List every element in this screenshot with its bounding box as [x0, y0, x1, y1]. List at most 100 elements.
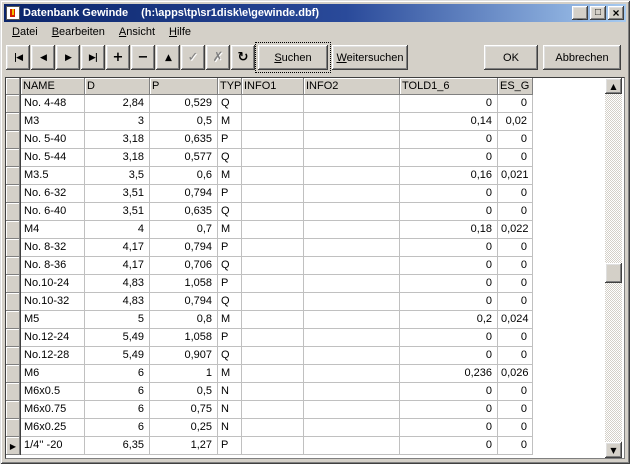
grid-cell-typ[interactable]: M — [218, 365, 242, 383]
grid-cell-info1[interactable] — [242, 131, 304, 149]
grid-cell-name[interactable]: M6 — [21, 365, 85, 383]
grid-cell-typ[interactable]: M — [218, 311, 242, 329]
grid-cell-d[interactable]: 3,51 — [85, 185, 150, 203]
grid-cell-d[interactable]: 4,17 — [85, 257, 150, 275]
grid-cell-d[interactable]: 4 — [85, 221, 150, 239]
insert-record-button[interactable]: + — [106, 45, 130, 70]
column-header-typ[interactable]: TYP — [218, 78, 242, 95]
grid-cell-told1_6[interactable]: 0,236 — [400, 365, 498, 383]
grid-cell-typ[interactable]: P — [218, 131, 242, 149]
grid-cell-typ[interactable]: Q — [218, 293, 242, 311]
grid-cell-info1[interactable] — [242, 221, 304, 239]
column-header-info1[interactable]: INFO1 — [242, 78, 304, 95]
grid-cell-d[interactable]: 5 — [85, 311, 150, 329]
grid-cell-info2[interactable] — [304, 239, 400, 257]
search-next-button[interactable]: Weitersuchen — [332, 45, 408, 70]
grid-cell-name[interactable]: No.12-28 — [21, 347, 85, 365]
grid-cell-info2[interactable] — [304, 95, 400, 113]
grid-cell-es_g[interactable]: 0 — [498, 239, 533, 257]
grid-cell-es_g[interactable]: 0,022 — [498, 221, 533, 239]
grid-cell-info1[interactable] — [242, 185, 304, 203]
grid-cell-info2[interactable] — [304, 275, 400, 293]
grid-cell-info2[interactable] — [304, 185, 400, 203]
grid-cell-info1[interactable] — [242, 149, 304, 167]
next-record-button[interactable]: ▶ — [56, 45, 80, 70]
grid-cell-p[interactable]: 0,6 — [150, 167, 218, 185]
grid-cell-info1[interactable] — [242, 113, 304, 131]
grid-cell-typ[interactable]: N — [218, 401, 242, 419]
grid-cell-typ[interactable]: P — [218, 239, 242, 257]
grid-cell-name[interactable]: No.10-24 — [21, 275, 85, 293]
grid-cell-d[interactable]: 6 — [85, 383, 150, 401]
grid-cell-es_g[interactable]: 0,024 — [498, 311, 533, 329]
grid-cell-info2[interactable] — [304, 257, 400, 275]
grid-cell-info2[interactable] — [304, 131, 400, 149]
grid-cell-name[interactable]: M5 — [21, 311, 85, 329]
grid-cell-typ[interactable]: Q — [218, 203, 242, 221]
grid-cell-name[interactable]: M3 — [21, 113, 85, 131]
grid-cell-info1[interactable] — [242, 167, 304, 185]
grid-cell-es_g[interactable]: 0,026 — [498, 365, 533, 383]
menu-item-datei[interactable]: Datei — [5, 24, 45, 40]
grid-cell-info1[interactable] — [242, 365, 304, 383]
grid-cell-info2[interactable] — [304, 383, 400, 401]
menu-item-bearbeiten[interactable]: Bearbeiten — [45, 24, 112, 40]
grid-cell-name[interactable]: No. 6-32 — [21, 185, 85, 203]
grid-cell-d[interactable]: 3,18 — [85, 131, 150, 149]
grid-cell-info1[interactable] — [242, 311, 304, 329]
grid-cell-d[interactable]: 4,83 — [85, 275, 150, 293]
grid-cell-info1[interactable] — [242, 347, 304, 365]
grid-cell-name[interactable]: No. 5-44 — [21, 149, 85, 167]
grid-cell-p[interactable]: 0,635 — [150, 131, 218, 149]
minimize-button[interactable]: _ — [572, 6, 588, 20]
grid-cell-p[interactable]: 0,25 — [150, 419, 218, 437]
grid-cell-told1_6[interactable]: 0,14 — [400, 113, 498, 131]
column-header-told1_6[interactable]: TOLD1_6 — [400, 78, 498, 95]
grid-cell-p[interactable]: 0,8 — [150, 311, 218, 329]
record-selector[interactable] — [6, 149, 21, 167]
grid-cell-info1[interactable] — [242, 239, 304, 257]
menu-item-ansicht[interactable]: Ansicht — [112, 24, 162, 40]
maximize-button[interactable]: □ — [590, 6, 606, 20]
grid-cell-p[interactable]: 0,907 — [150, 347, 218, 365]
grid-cell-d[interactable]: 2,84 — [85, 95, 150, 113]
grid-cell-typ[interactable]: P — [218, 185, 242, 203]
grid-cell-p[interactable]: 0,635 — [150, 203, 218, 221]
grid-cell-es_g[interactable]: 0 — [498, 275, 533, 293]
grid-cell-d[interactable]: 5,49 — [85, 347, 150, 365]
grid-cell-es_g[interactable]: 0,021 — [498, 167, 533, 185]
grid-cell-p[interactable]: 1,27 — [150, 437, 218, 455]
grid-cell-typ[interactable]: P — [218, 275, 242, 293]
menu-item-hilfe[interactable]: Hilfe — [162, 24, 198, 40]
grid-cell-info2[interactable] — [304, 401, 400, 419]
grid-cell-told1_6[interactable]: 0 — [400, 383, 498, 401]
grid-cell-p[interactable]: 0,577 — [150, 149, 218, 167]
vertical-scrollbar[interactable]: ▲ ▼ — [605, 78, 622, 458]
grid-cell-told1_6[interactable]: 0 — [400, 239, 498, 257]
grid-cell-info2[interactable] — [304, 365, 400, 383]
record-selector[interactable] — [6, 221, 21, 239]
grid-cell-name[interactable]: M6x0.25 — [21, 419, 85, 437]
grid-cell-es_g[interactable]: 0 — [498, 149, 533, 167]
grid-cell-es_g[interactable]: 0 — [498, 383, 533, 401]
grid-cell-info2[interactable] — [304, 167, 400, 185]
title-bar[interactable]: Datenbank Gewinde (h:\apps\tp\sr1disk\e\… — [4, 4, 626, 22]
grid-cell-told1_6[interactable]: 0 — [400, 95, 498, 113]
grid-cell-p[interactable]: 0,529 — [150, 95, 218, 113]
last-record-button[interactable]: ▶| — [81, 45, 105, 70]
grid-cell-p[interactable]: 0,5 — [150, 383, 218, 401]
grid-cell-told1_6[interactable]: 0 — [400, 131, 498, 149]
grid-cell-es_g[interactable]: 0 — [498, 203, 533, 221]
grid-cell-name[interactable]: M4 — [21, 221, 85, 239]
record-selector[interactable] — [6, 113, 21, 131]
record-selector[interactable] — [6, 365, 21, 383]
grid-cell-p[interactable]: 0,794 — [150, 239, 218, 257]
grid-cell-p[interactable]: 0,794 — [150, 185, 218, 203]
grid-cell-name[interactable]: No. 6-40 — [21, 203, 85, 221]
grid-cell-told1_6[interactable]: 0 — [400, 257, 498, 275]
grid-cell-es_g[interactable]: 0 — [498, 131, 533, 149]
record-selector[interactable] — [6, 347, 21, 365]
grid-cell-info1[interactable] — [242, 257, 304, 275]
grid-cell-typ[interactable]: P — [218, 437, 242, 455]
grid-cell-p[interactable]: 0,794 — [150, 293, 218, 311]
